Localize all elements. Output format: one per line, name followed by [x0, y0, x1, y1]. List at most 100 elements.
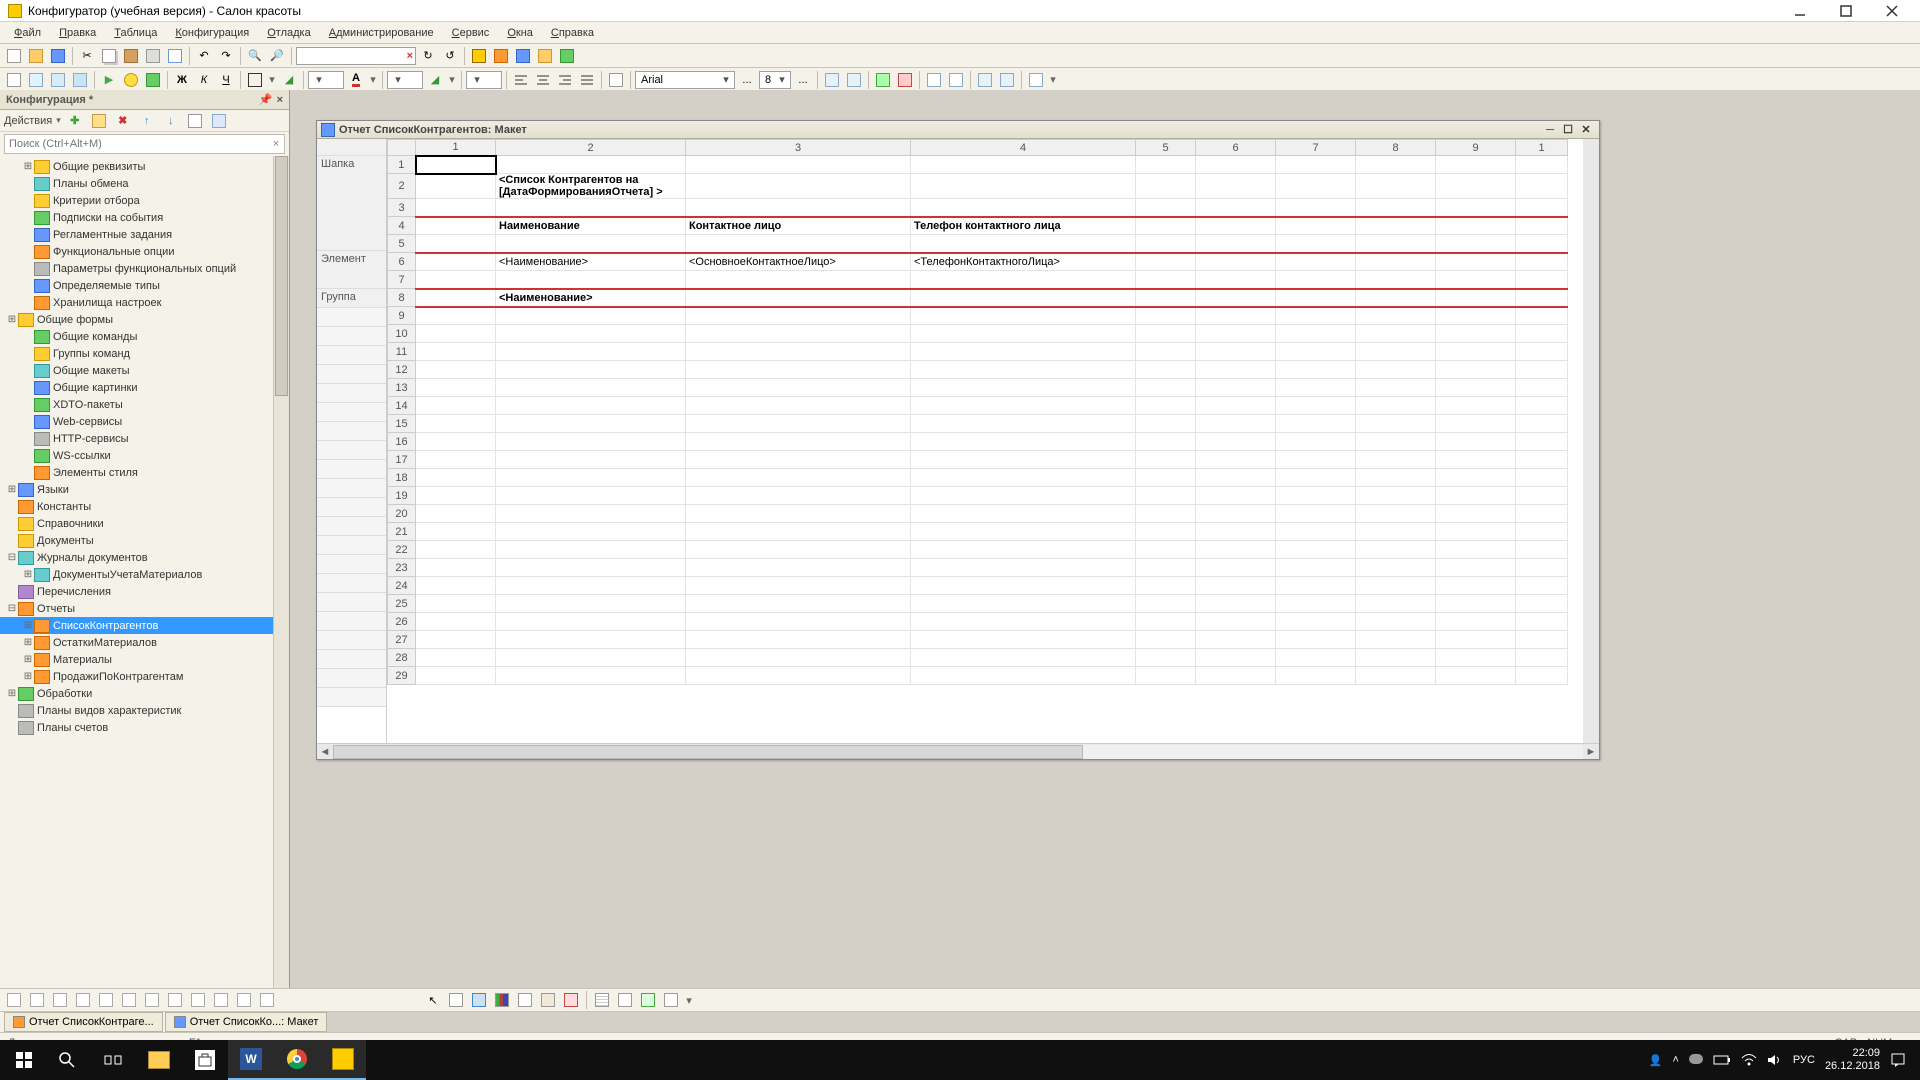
start-button[interactable]	[4, 1040, 44, 1080]
cell[interactable]	[1136, 541, 1196, 559]
fill-icon[interactable]: ◢	[425, 70, 445, 90]
cell[interactable]	[1436, 379, 1516, 397]
cell[interactable]	[496, 325, 686, 343]
tree-item[interactable]: ⊞ОстаткиМатериалов	[0, 634, 289, 651]
minimize-button[interactable]	[1786, 2, 1814, 20]
actions-drop-icon[interactable]: ▾	[56, 115, 61, 126]
cell[interactable]	[1356, 289, 1436, 307]
cell[interactable]	[1136, 343, 1196, 361]
tree-item[interactable]: ⊞СписокКонтрагентов	[0, 617, 289, 634]
cell[interactable]	[686, 523, 911, 541]
cell[interactable]	[686, 235, 911, 253]
tray-lang[interactable]: РУС	[1793, 1054, 1815, 1066]
cell[interactable]	[496, 156, 686, 174]
cell[interactable]	[1196, 433, 1276, 451]
cell4-icon[interactable]	[70, 70, 90, 90]
panel-close-icon[interactable]: ×	[277, 94, 283, 106]
cell[interactable]	[1136, 361, 1196, 379]
cell[interactable]	[416, 415, 496, 433]
cell[interactable]	[1196, 613, 1276, 631]
cell[interactable]	[911, 289, 1136, 307]
cell-icon[interactable]	[4, 70, 24, 90]
find-icon[interactable]: 🔍	[245, 46, 265, 66]
cell[interactable]	[1516, 559, 1568, 577]
tree-item[interactable]: Регламентные задания	[0, 226, 289, 243]
cell[interactable]	[1356, 523, 1436, 541]
cell[interactable]	[911, 613, 1136, 631]
cell[interactable]	[1196, 199, 1276, 217]
expand-icon[interactable]: ⊞	[22, 671, 34, 682]
cell[interactable]	[686, 505, 911, 523]
cell[interactable]	[911, 325, 1136, 343]
run-icon[interactable]	[469, 46, 489, 66]
delete-row-icon[interactable]	[895, 70, 915, 90]
scroll-track[interactable]	[333, 745, 1583, 759]
cell[interactable]	[1276, 649, 1356, 667]
expand-icon[interactable]: ⊞	[6, 314, 18, 325]
section-label[interactable]: Шапка	[317, 156, 386, 251]
menu-item[interactable]: Окна	[499, 25, 541, 41]
cell[interactable]	[911, 343, 1136, 361]
cell[interactable]	[1436, 469, 1516, 487]
cell[interactable]: <Список Контрагентов на [ДатаФормировани…	[496, 174, 686, 199]
explorer-icon[interactable]	[136, 1040, 182, 1080]
menu-item[interactable]: Сервис	[444, 25, 498, 41]
pivot-icon[interactable]	[538, 990, 558, 1010]
paste-icon[interactable]	[121, 46, 141, 66]
area-icon[interactable]	[661, 990, 681, 1010]
scroll-thumb[interactable]	[333, 745, 1083, 759]
doc-tab[interactable]: Отчет СписокКонтраге...	[4, 1012, 163, 1032]
back-icon[interactable]: ↺	[440, 46, 460, 66]
tree-item[interactable]: Критерии отбора	[0, 192, 289, 209]
cell[interactable]	[1436, 174, 1516, 199]
cell[interactable]	[416, 505, 496, 523]
tree-item[interactable]: ⊟Отчеты	[0, 600, 289, 617]
tree-item[interactable]: Определяемые типы	[0, 277, 289, 294]
cell[interactable]	[1196, 325, 1276, 343]
cell[interactable]	[1436, 235, 1516, 253]
search-input[interactable]	[5, 138, 268, 150]
cell[interactable]	[1356, 559, 1436, 577]
cell[interactable]	[1136, 415, 1196, 433]
cell[interactable]	[496, 649, 686, 667]
cell[interactable]	[1356, 649, 1436, 667]
cell[interactable]	[1196, 174, 1276, 199]
cell[interactable]	[1436, 325, 1516, 343]
cell[interactable]	[1356, 343, 1436, 361]
cell2-icon[interactable]	[26, 70, 46, 90]
cell[interactable]	[416, 199, 496, 217]
cell[interactable]	[496, 235, 686, 253]
cell[interactable]	[1356, 595, 1436, 613]
cell[interactable]	[416, 523, 496, 541]
cell[interactable]	[1436, 343, 1516, 361]
chrome-icon[interactable]	[274, 1040, 320, 1080]
cell[interactable]	[1356, 217, 1436, 235]
cell[interactable]	[686, 343, 911, 361]
expand-icon[interactable]: ⊟	[6, 603, 18, 614]
names-icon[interactable]	[1026, 70, 1046, 90]
cell[interactable]	[686, 541, 911, 559]
cell[interactable]	[1356, 156, 1436, 174]
cell[interactable]	[416, 379, 496, 397]
cell[interactable]	[1276, 487, 1356, 505]
underline-icon[interactable]: Ч	[216, 70, 236, 90]
print-icon[interactable]	[143, 46, 163, 66]
cell[interactable]	[1136, 451, 1196, 469]
cell[interactable]	[1196, 667, 1276, 685]
bt3-icon[interactable]	[50, 990, 70, 1010]
cell[interactable]	[1136, 325, 1196, 343]
cell[interactable]	[686, 577, 911, 595]
search-combo[interactable]: ×	[296, 47, 416, 65]
filter-icon[interactable]	[209, 111, 229, 131]
cell[interactable]	[1356, 667, 1436, 685]
redo-icon[interactable]: ↷	[216, 46, 236, 66]
tray-up-icon[interactable]: ˄	[1672, 1054, 1678, 1066]
cell[interactable]: Контактное лицо	[686, 217, 911, 235]
cell[interactable]	[416, 559, 496, 577]
tree-item[interactable]: Планы видов характеристик	[0, 702, 289, 719]
zoom-icon[interactable]: 🔎	[267, 46, 287, 66]
cell[interactable]	[496, 307, 686, 325]
cell[interactable]	[1196, 631, 1276, 649]
cell[interactable]	[911, 174, 1136, 199]
cell[interactable]	[1356, 505, 1436, 523]
